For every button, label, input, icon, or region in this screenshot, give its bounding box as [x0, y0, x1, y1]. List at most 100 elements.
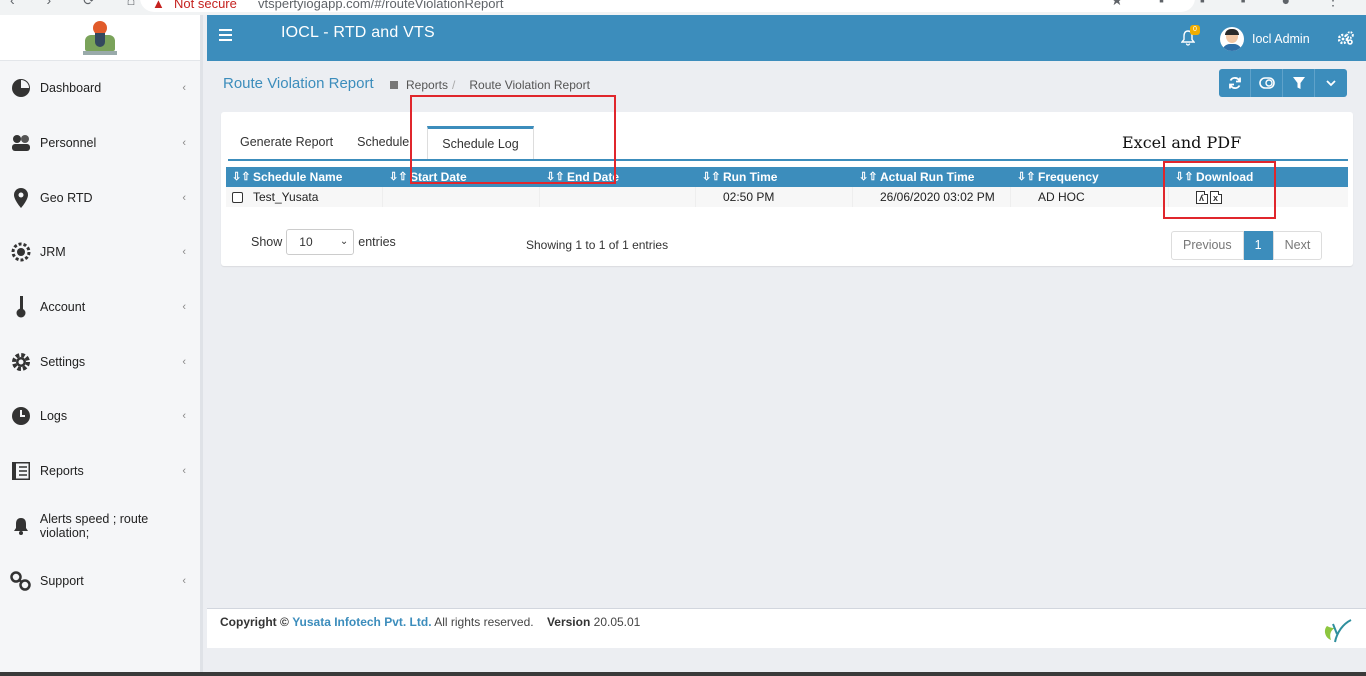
table-info: Showing 1 to 1 of 1 entries [526, 238, 669, 252]
sidebar-menu: Dashboard ‹ Personnel ‹ Geo RTD ‹ JRM ‹ [0, 61, 200, 608]
sidebar-item-jrm[interactable]: JRM ‹ [0, 225, 200, 280]
breadcrumb-parent-link[interactable]: Reports [406, 78, 448, 92]
breadcrumb-icon [390, 81, 398, 89]
tab-schedule[interactable]: Schedule [345, 126, 421, 160]
cell-start-date [383, 187, 540, 207]
page-1-button[interactable]: 1 [1243, 231, 1273, 260]
next-page-button[interactable]: Next [1272, 231, 1323, 260]
chevron-left-icon: ‹ [182, 82, 186, 95]
tab-generate-report[interactable]: Generate Report [228, 126, 345, 160]
sidebar-item-personnel[interactable]: Personnel ‹ [0, 116, 200, 171]
browser-extension-icons[interactable]: ★ ▪ ▪ ▪ ● ⋮ [1111, 0, 1356, 9]
logo-area[interactable] [0, 15, 200, 61]
row-checkbox[interactable] [232, 192, 243, 203]
previous-page-button[interactable]: Previous [1171, 231, 1244, 260]
chevron-left-icon: ‹ [182, 246, 186, 259]
refresh-icon [1228, 77, 1241, 89]
toggle-button[interactable] [1251, 69, 1283, 97]
sidebar-item-geo-rtd[interactable]: Geo RTD ‹ [0, 170, 200, 225]
filter-button[interactable] [1283, 69, 1315, 97]
chevron-left-icon: ‹ [182, 191, 186, 204]
company-link[interactable]: Yusata Infotech Pvt. Ltd. [292, 615, 431, 629]
page-length-control: Show 10 ⌄ entries [251, 229, 396, 255]
personnel-icon [10, 132, 32, 154]
column-header-frequency[interactable]: ⇩⇧ Frequency [1011, 167, 1169, 187]
column-header-schedule-name[interactable]: ⇩⇧ Schedule Name [226, 167, 383, 187]
user-menu[interactable]: Iocl Admin [1220, 26, 1310, 52]
brand-logo-icon [83, 19, 117, 57]
page-length-select[interactable]: 10 ⌄ [286, 229, 355, 255]
sidebar-item-support[interactable]: Support ‹ [0, 553, 200, 608]
length-suffix: entries [358, 235, 396, 249]
sort-icon: ⇩⇧ [232, 171, 251, 183]
dashboard-icon [10, 77, 32, 99]
sidebar-item-label: Support [40, 573, 84, 588]
browser-nav-icons[interactable]: ‹ › ⟳ ⌂ [10, 0, 149, 9]
column-header-run-time[interactable]: ⇩⇧ Run Time [696, 167, 853, 187]
column-header-start-date[interactable]: ⇩⇧ Start Date [383, 167, 540, 187]
length-prefix: Show [251, 235, 283, 249]
browser-toolbar: ‹ › ⟳ ⌂ ▲ Not secure vtspertyiogapp.com/… [0, 0, 1366, 15]
sidebar-item-label: Reports [40, 464, 84, 479]
table-row[interactable]: Test_Yusata 02:50 PM 26/06/2020 03:02 PM… [226, 187, 1348, 207]
warning-icon: ▲ [152, 0, 165, 11]
tab-schedule-log[interactable]: Schedule Log [427, 126, 534, 160]
hamburger-menu-icon[interactable] [219, 29, 232, 41]
page-title: Route Violation Report [223, 75, 374, 92]
collapse-button[interactable] [1315, 69, 1347, 97]
gear-steering-icon [10, 241, 32, 263]
sidebar-item-label: Account [40, 300, 86, 315]
sidebar-item-dashboard[interactable]: Dashboard ‹ [0, 61, 200, 116]
refresh-button[interactable] [1219, 69, 1251, 97]
chevron-down-icon: ⌄ [339, 236, 349, 247]
sort-icon: ⇩⇧ [859, 171, 878, 183]
settings-icon [10, 351, 32, 373]
notification-count-badge: 0 [1190, 25, 1200, 35]
breadcrumb-current: Route Violation Report [469, 78, 590, 92]
taskbar-strip [0, 672, 1366, 676]
chevron-left-icon: ‹ [182, 355, 186, 368]
bell-icon [10, 515, 32, 537]
excel-file-icon[interactable]: x [1210, 191, 1222, 204]
footer: Copyright © Yusata Infotech Pvt. Ltd. Al… [207, 608, 1366, 648]
avatar [1220, 27, 1244, 51]
sort-icon: ⇩⇧ [389, 171, 408, 183]
breadcrumb: Reports / Route Violation Report [390, 78, 590, 92]
sidebar-item-label: Alerts speed ; route violation; [39, 511, 149, 540]
map-marker-icon [10, 187, 32, 209]
chevron-left-icon: ‹ [182, 465, 186, 478]
sidebar-item-label: Geo RTD [40, 190, 93, 205]
sidebar-item-label: Dashboard [40, 81, 102, 96]
sort-icon: ⇩⇧ [702, 171, 721, 183]
report-card: Generate Report Schedule Schedule Log Ex… [221, 112, 1353, 266]
toggle-icon [1258, 77, 1275, 89]
sidebar-item-account[interactable]: Account ‹ [0, 280, 200, 335]
sidebar-item-alerts[interactable]: Alerts speed ; route violation; [0, 499, 200, 554]
pdf-file-icon[interactable]: ʎ [1196, 191, 1208, 204]
download-icons: ʎ x [1196, 191, 1348, 204]
tab-underline [228, 159, 1348, 161]
gears-icon[interactable] [1337, 31, 1354, 48]
column-header-download[interactable]: ⇩⇧ Download [1169, 167, 1348, 187]
schedule-log-table: ⇩⇧ Schedule Name ⇩⇧ Start Date ⇩⇧ End Date … [226, 167, 1348, 207]
annotation-note: Excel and PDF [1122, 133, 1242, 152]
chevron-left-icon: ‹ [182, 137, 186, 150]
footer-text: Copyright © Yusata Infotech Pvt. Ltd. Al… [220, 615, 641, 629]
sidebar-item-logs[interactable]: Logs ‹ [0, 389, 200, 444]
pagination: Previous 1 Next [1171, 231, 1323, 260]
cell-end-date [540, 187, 696, 207]
report-icon [10, 460, 32, 482]
cell-run-time: 02:50 PM [696, 187, 853, 207]
chevron-left-icon: ‹ [182, 410, 186, 423]
cell-schedule-name: Test_Yusata [226, 187, 383, 207]
address-bar[interactable]: ▲ Not secure vtspertyiogapp.com/#/routeV… [140, 0, 1195, 12]
url-text[interactable]: vtspertyiogapp.com/#/routeViolationRepor… [258, 0, 503, 11]
chevron-left-icon: ‹ [182, 301, 186, 314]
toolbar [1219, 69, 1347, 97]
key-icon [10, 296, 32, 318]
cell-frequency: AD HOC [1011, 187, 1169, 207]
sidebar-item-reports[interactable]: Reports ‹ [0, 444, 200, 499]
column-header-end-date[interactable]: ⇩⇧ End Date [540, 167, 696, 187]
sidebar-item-settings[interactable]: Settings ‹ [0, 334, 200, 389]
column-header-actual-run-time[interactable]: ⇩⇧ Actual Run Time [853, 167, 1011, 187]
